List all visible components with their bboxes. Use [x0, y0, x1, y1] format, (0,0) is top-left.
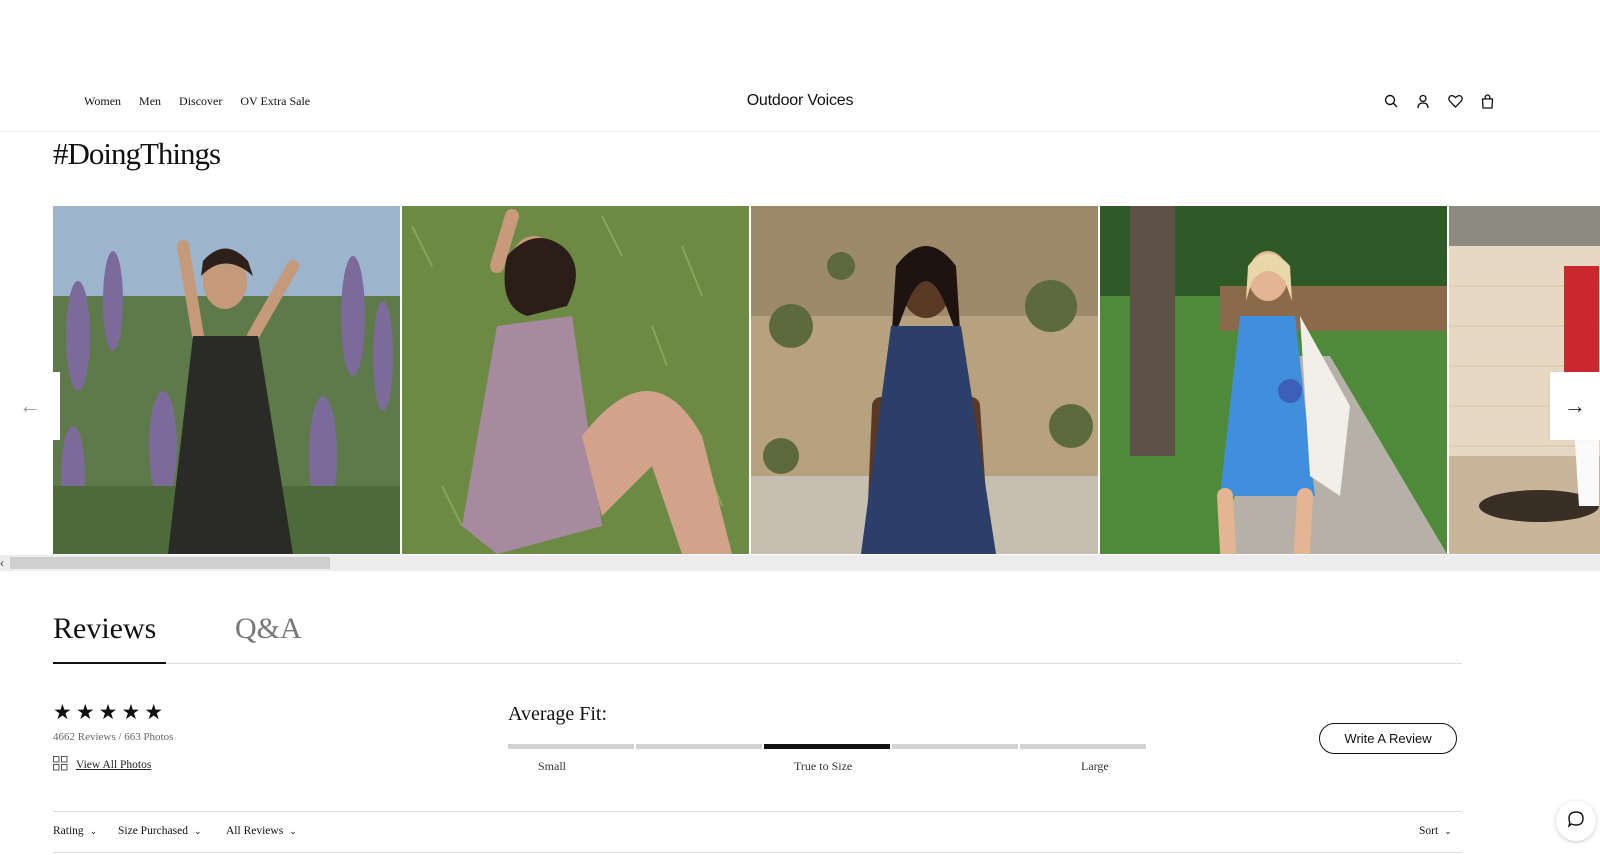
arrow-right-icon: →	[1564, 393, 1586, 418]
grid-icon	[53, 756, 68, 774]
ugc-photo-blue-dress[interactable]	[1100, 206, 1447, 554]
reviews-qa-tabs: Reviews Q&A	[53, 612, 1462, 664]
filter-size-label: Size Purchased	[118, 825, 188, 837]
chevron-down-icon: ⌄	[89, 825, 98, 836]
fit-label-large: Large	[1081, 759, 1109, 773]
chat-bubble-icon	[1567, 810, 1585, 833]
arrow-left-icon: ←	[19, 393, 41, 418]
wishlist-heart-icon[interactable]	[1446, 92, 1464, 110]
ugc-photo-black-dress[interactable]	[53, 206, 400, 554]
sort-dropdown[interactable]: Sort ⌄	[1419, 825, 1452, 837]
scroll-left-arrow-icon[interactable]: ‹	[0, 555, 4, 571]
carousel-prev-button[interactable]: ←	[0, 372, 60, 440]
view-all-photos-label: View All Photos	[76, 759, 152, 771]
site-header: Women Men Discover OV Extra Sale Outdoor…	[0, 68, 1600, 132]
scrollbar-thumb[interactable]	[10, 557, 330, 569]
account-icon[interactable]	[1414, 92, 1432, 110]
filter-all-reviews-label: All Reviews	[226, 825, 284, 837]
fit-segment-3-selected	[764, 744, 890, 749]
search-icon[interactable]	[1382, 92, 1400, 110]
review-photo-counts: 4662 Reviews / 663 Photos	[53, 731, 174, 743]
fit-scale-bar	[508, 744, 1146, 749]
rating-stars: ★★★★★	[53, 701, 168, 724]
ugc-photo-navy-dress[interactable]	[751, 206, 1098, 554]
carousel-next-button[interactable]: →	[1550, 372, 1600, 440]
fit-label-small: Small	[538, 759, 567, 773]
carousel-scrollbar[interactable]: ‹	[0, 555, 1600, 571]
brand-logo[interactable]: Outdoor Voices	[0, 92, 1600, 110]
fit-segment-5	[1020, 744, 1146, 749]
ugc-photo-carousel[interactable]	[53, 206, 1600, 554]
ugc-section-title: #DoingThings	[53, 136, 221, 171]
chevron-down-icon: ⌄	[289, 825, 297, 836]
header-icons	[1382, 92, 1496, 110]
filter-all-reviews-dropdown[interactable]: All Reviews ⌄	[226, 825, 297, 837]
chevron-down-icon: ⌄	[1444, 825, 1452, 836]
fit-segment-1	[508, 744, 634, 749]
filter-size-purchased-dropdown[interactable]: Size Purchased ⌄	[118, 825, 202, 837]
tab-qa[interactable]: Q&A	[235, 612, 302, 656]
fit-segment-2	[636, 744, 762, 749]
ugc-photo-mauve-dress[interactable]	[402, 206, 749, 554]
write-a-review-button[interactable]: Write A Review	[1319, 723, 1457, 754]
fit-segment-4	[892, 744, 1018, 749]
chevron-down-icon: ⌄	[193, 825, 202, 836]
fit-label-true-to-size: True to Size	[794, 759, 853, 773]
shopping-bag-icon[interactable]	[1478, 92, 1496, 110]
tab-reviews[interactable]: Reviews	[53, 612, 166, 664]
review-filter-bar: Rating ⌄ Size Purchased ⌄ All Reviews ⌄ …	[53, 811, 1462, 853]
view-all-photos-link[interactable]: View All Photos	[53, 756, 151, 774]
sort-label: Sort	[1419, 825, 1439, 837]
average-fit-title: Average Fit:	[508, 703, 608, 725]
chat-button[interactable]	[1556, 801, 1596, 841]
filter-rating-dropdown[interactable]: Rating ⌄	[53, 825, 97, 837]
filter-rating-label: Rating	[53, 825, 84, 837]
